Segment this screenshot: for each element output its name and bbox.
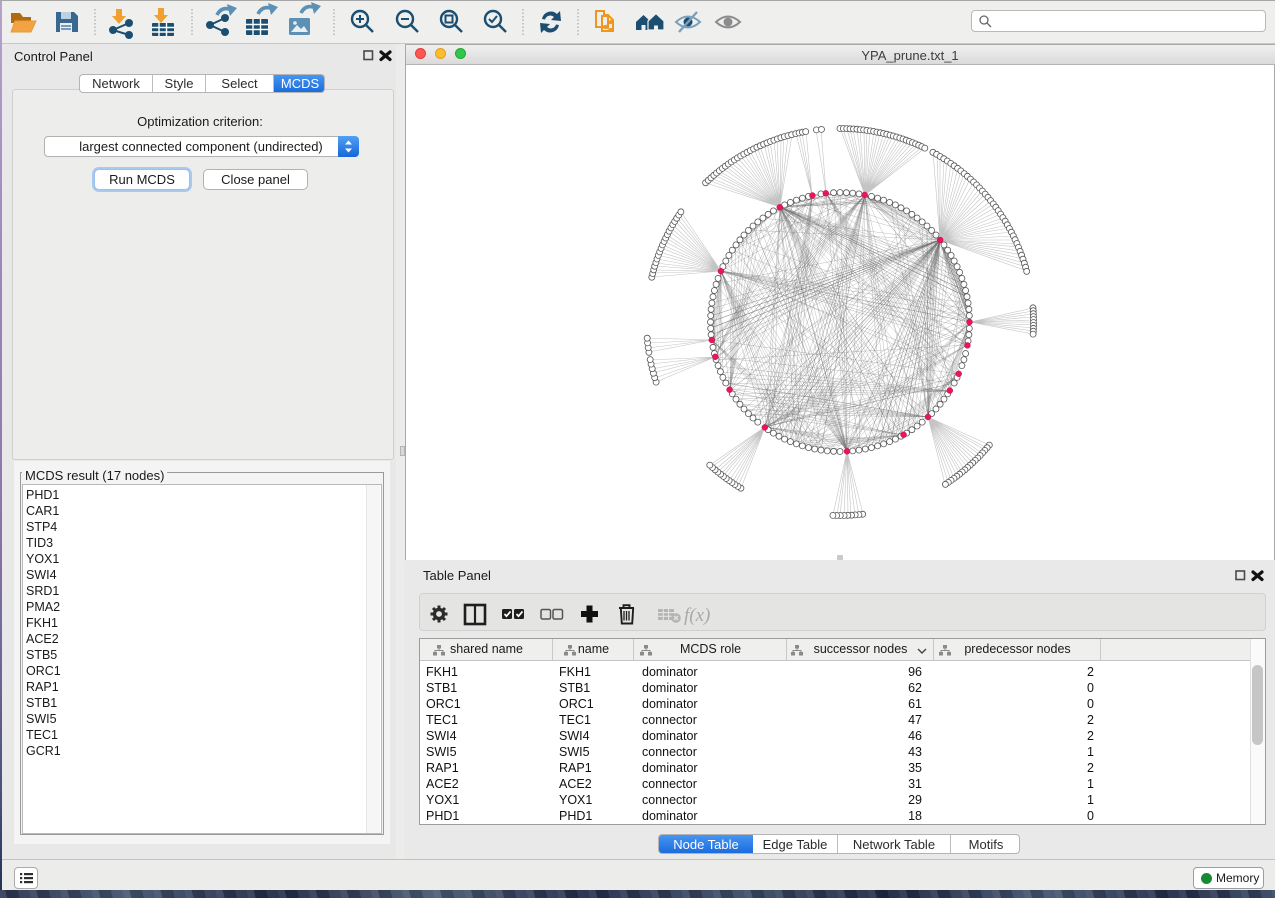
svg-text:f(x): f(x) <box>684 605 710 626</box>
